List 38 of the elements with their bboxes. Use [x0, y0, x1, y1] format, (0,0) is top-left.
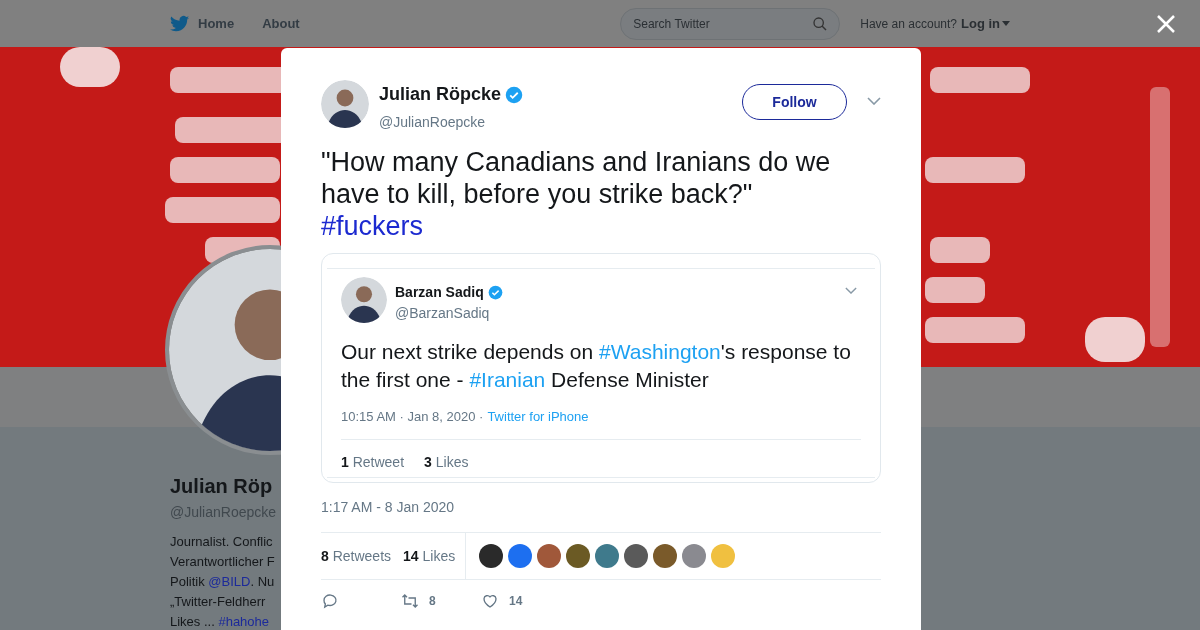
bio-line: Verantwortlicher F [170, 553, 275, 570]
author-handle[interactable]: @JulianRoepcke [379, 112, 524, 133]
tweet-text: "How many Canadians and Iranians do we have to kill, before you strike back?" #fuckers [321, 146, 832, 242]
tweet-stat[interactable]: 8 Retweets [321, 545, 392, 567]
action-count: 8 [429, 593, 436, 610]
close-button[interactable] [1156, 14, 1176, 34]
chevron-down-icon [845, 287, 857, 294]
heart-icon[interactable] [481, 592, 499, 610]
action-count: 14 [509, 593, 523, 610]
bio-line: Journalist. Conflic [170, 533, 273, 550]
quoted-tweet-text: Our next strike depends on #Washington's response to the first one - #Iranian Defense Minister [341, 339, 852, 393]
quoted-stat: 1 Retweet [341, 452, 405, 472]
search-field[interactable]: Search Twitter [620, 7, 841, 40]
quoted-stat: 3 Likes [424, 452, 469, 472]
liker-avatar[interactable] [624, 544, 649, 568]
bio-line: Politik @BILD. Nu [170, 573, 275, 590]
bio-line: „Twitter-Feldherr [170, 593, 266, 610]
close-icon [1156, 14, 1176, 34]
tweet-timestamp: 1:17 AM - 8 Jan 2020 [321, 498, 456, 517]
liker-avatar[interactable] [566, 544, 591, 568]
liker-avatar[interactable] [479, 544, 504, 568]
bio-line: Likes ... #hahohe [170, 613, 270, 630]
chevron-down-icon[interactable] [867, 97, 881, 105]
retweet-icon[interactable] [401, 592, 419, 610]
author-name[interactable]: Julian Röpcke [379, 81, 502, 108]
tweet-stat[interactable]: 14 Likes [403, 545, 456, 567]
profile-name: Julian Röp [170, 474, 274, 498]
quoted-author-handle: @BarzanSadiq [395, 304, 491, 323]
bird-icon [170, 14, 190, 33]
liker-avatar[interactable] [653, 544, 678, 568]
caret-icon [1002, 20, 1010, 27]
avatar-icon [321, 80, 369, 128]
account-prompt: Have an account? [860, 15, 957, 33]
quoted-tweet-time: 10:15 AM · Jan 8, 2020 · [341, 408, 484, 426]
search-icon [812, 15, 829, 32]
reply-icon[interactable] [321, 592, 339, 610]
quoted-author-name: Barzan Sadiq [395, 283, 484, 302]
avatar-icon [341, 277, 387, 323]
